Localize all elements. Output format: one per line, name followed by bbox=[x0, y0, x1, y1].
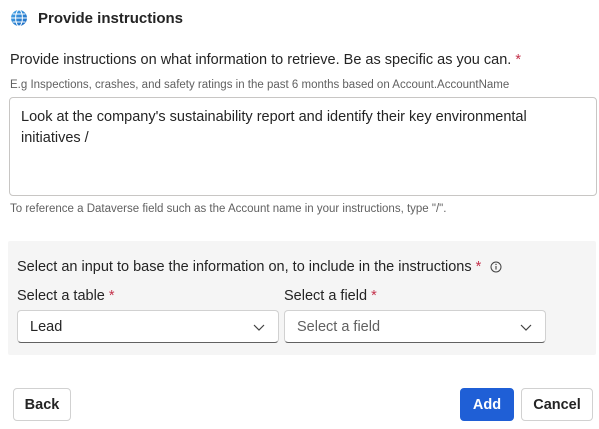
instructions-label: Provide instructions on what information… bbox=[10, 52, 521, 68]
instructions-example: E.g Inspections, crashes, and safety rat… bbox=[10, 79, 510, 91]
table-select-label: Select a table * bbox=[17, 288, 115, 304]
globe-icon bbox=[10, 9, 28, 27]
dialog-header: Provide instructions bbox=[10, 8, 183, 28]
table-select[interactable]: Lead bbox=[17, 310, 279, 343]
dialog-title: Provide instructions bbox=[38, 9, 184, 27]
info-icon[interactable] bbox=[490, 261, 502, 273]
table-select-value: Lead bbox=[30, 318, 63, 335]
input-selection-panel: Select an input to base the information … bbox=[8, 241, 596, 355]
required-mark: * bbox=[108, 288, 115, 304]
field-select[interactable]: Select a field bbox=[284, 310, 546, 343]
required-mark: * bbox=[475, 259, 482, 275]
input-panel-title-text: Select an input to base the information … bbox=[17, 259, 472, 275]
field-select-label-text: Select a field bbox=[284, 288, 368, 304]
instructions-textarea[interactable]: Look at the company's sustainability rep… bbox=[9, 97, 597, 196]
input-panel-title: Select an input to base the information … bbox=[17, 259, 502, 275]
required-mark: * bbox=[371, 288, 377, 304]
table-select-label-text: Select a table bbox=[17, 288, 105, 304]
field-select-placeholder: Select a field bbox=[297, 318, 381, 335]
chevron-down-icon bbox=[519, 320, 533, 334]
cancel-button[interactable]: Cancel bbox=[521, 388, 593, 421]
back-button[interactable]: Back bbox=[13, 388, 71, 421]
instructions-hint: To reference a Dataverse field such as t… bbox=[10, 203, 447, 215]
field-select-label: Select a field * bbox=[284, 288, 377, 304]
chevron-down-icon bbox=[252, 320, 266, 334]
add-button[interactable]: Add bbox=[460, 388, 514, 421]
required-mark: * bbox=[515, 52, 521, 68]
instructions-label-text: Provide instructions on what information… bbox=[10, 52, 512, 68]
